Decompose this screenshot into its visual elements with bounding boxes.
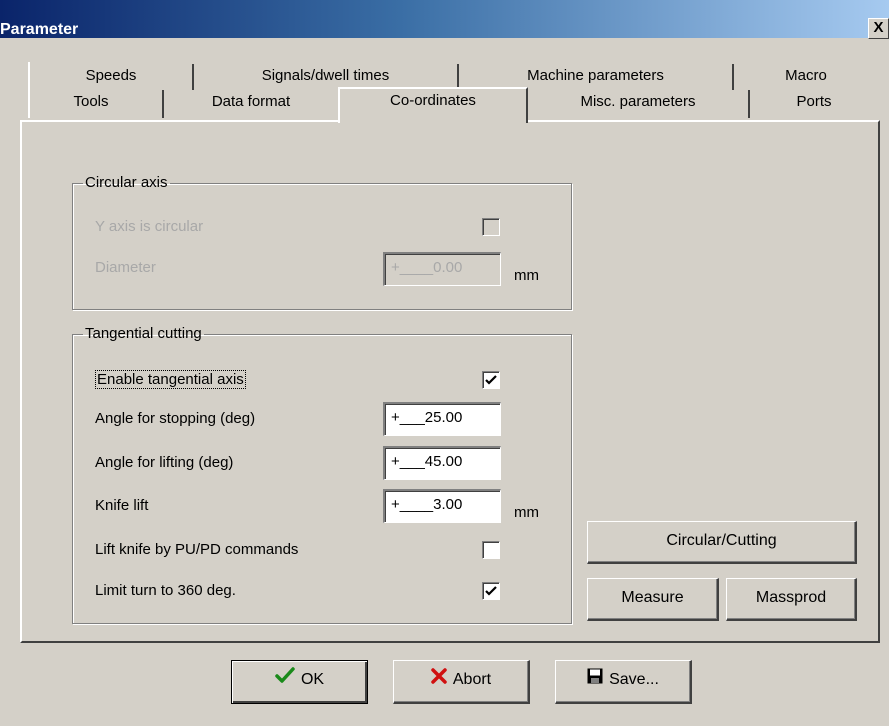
tab-label: Data format xyxy=(211,93,291,110)
check-mark-icon xyxy=(485,586,497,596)
angle-stopping-field[interactable]: +___25.00 xyxy=(383,402,501,436)
knife-lift-field[interactable]: +____3.00 xyxy=(383,489,501,523)
tab-label: Machine parameters xyxy=(527,67,664,84)
enable-tangential-text: Enable tangential axis xyxy=(95,370,246,389)
diameter-unit: mm xyxy=(514,267,539,284)
tangential-cutting-title: Tangential cutting xyxy=(85,325,202,342)
diameter-label: Diameter xyxy=(95,259,156,276)
enable-tangential-label: Enable tangential axis xyxy=(95,370,246,389)
diameter-field[interactable]: +____0.00 xyxy=(383,252,501,286)
floppy-icon xyxy=(587,661,603,699)
ok-button[interactable]: OK xyxy=(231,660,368,704)
circular-cutting-button[interactable]: Circular/Cutting xyxy=(587,521,857,564)
window-title: Parameter xyxy=(0,21,79,38)
abort-button[interactable]: Abort xyxy=(393,660,530,704)
check-mark-icon xyxy=(485,375,497,385)
y-axis-circular-checkbox[interactable] xyxy=(482,218,500,236)
tab-label: Tools xyxy=(73,93,109,110)
tab-label: Macro xyxy=(785,67,827,84)
close-button[interactable]: X xyxy=(868,18,889,39)
ok-label: OK xyxy=(300,671,325,688)
angle-lifting-label: Angle for lifting (deg) xyxy=(95,454,234,471)
tab-macro[interactable]: Macro xyxy=(734,64,878,90)
enable-tangential-checkbox[interactable] xyxy=(482,371,500,389)
tab-label: Co-ordinates xyxy=(390,92,476,109)
knife-lift-label: Knife lift xyxy=(95,497,149,514)
abort-label: Abort xyxy=(452,671,492,688)
angle-lifting-field[interactable]: +___45.00 xyxy=(383,446,501,480)
tab-label: Misc. parameters xyxy=(580,93,696,110)
tab-ports[interactable]: Ports xyxy=(750,90,878,118)
lift-knife-pupd-label: Lift knife by PU/PD commands xyxy=(95,541,299,558)
circular-axis-group: Circular axis xyxy=(72,175,572,310)
save-button[interactable]: Save... xyxy=(555,660,692,704)
tab-label: Signals/dwell times xyxy=(261,67,390,84)
title-bar: Parameter X xyxy=(0,0,889,39)
tab-tools[interactable]: Tools xyxy=(20,90,164,118)
lift-knife-pupd-checkbox[interactable] xyxy=(482,541,500,559)
y-axis-circular-label: Y axis is circular xyxy=(95,218,204,235)
massprod-button[interactable]: Massprod xyxy=(726,578,857,621)
limit-turn-checkbox[interactable] xyxy=(482,582,500,600)
limit-turn-label: Limit turn to 360 deg. xyxy=(95,582,236,599)
save-label: Save... xyxy=(609,671,659,688)
angle-stopping-label: Angle for stopping (deg) xyxy=(95,410,256,427)
check-icon xyxy=(275,661,295,699)
x-icon xyxy=(431,661,447,699)
knife-lift-unit: mm xyxy=(514,504,539,521)
tab-misc-parameters[interactable]: Misc. parameters xyxy=(528,90,750,118)
tab-speeds[interactable]: Speeds xyxy=(30,64,194,90)
circular-axis-title: Circular axis xyxy=(85,174,168,191)
tab-data-format[interactable]: Data format xyxy=(164,90,338,118)
measure-button[interactable]: Measure xyxy=(587,578,719,621)
tab-label: Ports xyxy=(796,93,832,110)
tab-co-ordinates[interactable]: Co-ordinates xyxy=(338,87,528,123)
tab-label: Speeds xyxy=(85,67,137,84)
